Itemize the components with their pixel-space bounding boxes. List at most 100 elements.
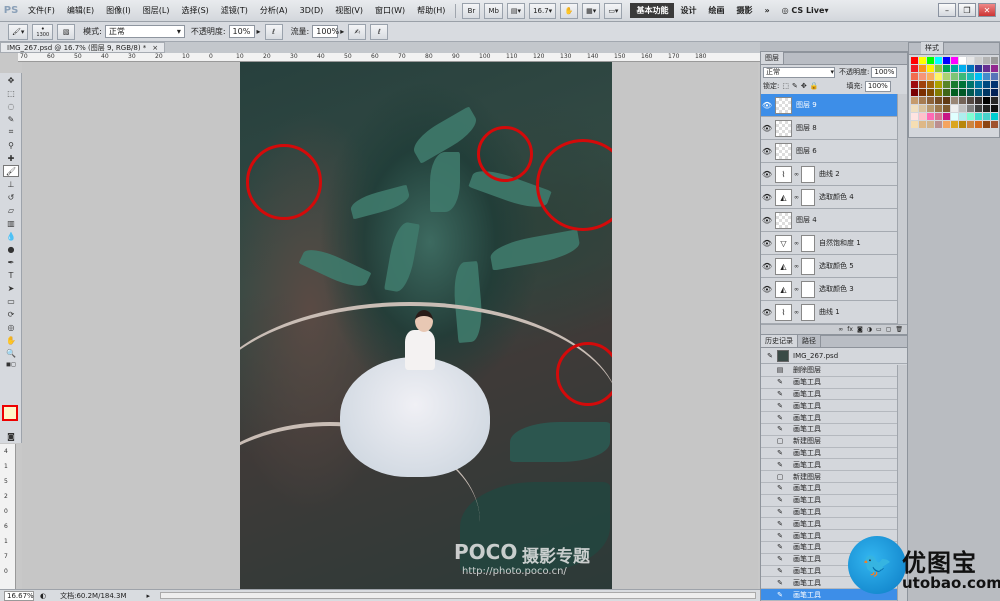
- color-swatch[interactable]: [927, 73, 934, 80]
- layer-row[interactable]: 👁 图层 6: [761, 140, 897, 163]
- quick-mask-icon[interactable]: ◙: [3, 430, 19, 442]
- flow-input[interactable]: 100%: [312, 25, 339, 38]
- workspace-essentials[interactable]: 基本功能: [630, 3, 675, 18]
- color-swatch[interactable]: [927, 81, 934, 88]
- close-button[interactable]: ✕: [978, 3, 996, 17]
- eye-icon[interactable]: 👁: [761, 239, 773, 248]
- color-swatch[interactable]: [935, 113, 942, 120]
- color-swatch[interactable]: [951, 57, 958, 64]
- color-swatch[interactable]: [911, 81, 918, 88]
- color-swatch[interactable]: [983, 81, 990, 88]
- color-swatch[interactable]: [959, 113, 966, 120]
- lock-transparency-icon[interactable]: ⬚: [782, 82, 789, 90]
- menu-view[interactable]: 视图(V): [329, 5, 369, 16]
- crop-tool-icon[interactable]: ⌗: [3, 126, 19, 138]
- color-swatch[interactable]: [951, 65, 958, 72]
- color-swatch[interactable]: [951, 81, 958, 88]
- 3d-orbit-tool-icon[interactable]: ◎: [3, 321, 19, 333]
- color-swatch[interactable]: [959, 81, 966, 88]
- color-swatch[interactable]: [951, 97, 958, 104]
- color-swatch[interactable]: [975, 65, 982, 72]
- eye-icon[interactable]: 👁: [761, 285, 773, 294]
- new-layer-icon[interactable]: ▢: [886, 326, 892, 333]
- color-swatch[interactable]: [991, 73, 998, 80]
- bridge-button[interactable]: Br: [462, 2, 481, 19]
- color-swatch[interactable]: [943, 121, 950, 128]
- history-brush-tool-icon[interactable]: ↺: [3, 191, 19, 203]
- menu-3d[interactable]: 3D(D): [294, 6, 330, 15]
- history-item[interactable]: ✎ 画笔工具: [761, 507, 897, 519]
- workspace-photography[interactable]: 摄影: [730, 5, 758, 16]
- color-swatch[interactable]: [927, 105, 934, 112]
- color-swatch[interactable]: [943, 81, 950, 88]
- color-swatch[interactable]: [991, 57, 998, 64]
- layers-scrollbar[interactable]: [897, 94, 907, 326]
- color-swatch[interactable]: [983, 121, 990, 128]
- color-swatch[interactable]: [991, 65, 998, 72]
- lasso-tool-icon[interactable]: ◌: [3, 100, 19, 112]
- color-swatch[interactable]: [935, 121, 942, 128]
- color-swatch[interactable]: [967, 81, 974, 88]
- color-swatch[interactable]: [935, 105, 942, 112]
- layer-row[interactable]: 👁 图层 8: [761, 117, 897, 140]
- color-swatch[interactable]: [927, 65, 934, 72]
- color-swatch[interactable]: [959, 97, 966, 104]
- lock-pixels-icon[interactable]: ✎: [792, 82, 798, 90]
- photo-canvas[interactable]: POCO 摄影专题 http://photo.poco.cn/: [240, 62, 612, 589]
- menu-analysis[interactable]: 分析(A): [254, 5, 294, 16]
- color-swatch[interactable]: [959, 57, 966, 64]
- color-swatch[interactable]: [911, 73, 918, 80]
- blur-tool-icon[interactable]: 💧: [3, 230, 19, 242]
- color-swatch[interactable]: [935, 73, 942, 80]
- eye-icon[interactable]: 👁: [761, 124, 773, 133]
- delete-layer-icon[interactable]: 🗑: [895, 326, 903, 333]
- color-swatch[interactable]: [927, 97, 934, 104]
- color-swatch[interactable]: [943, 65, 950, 72]
- foreground-color-swatch[interactable]: [2, 405, 18, 421]
- clone-stamp-tool-icon[interactable]: ⊥: [3, 178, 19, 190]
- hand-tool-icon[interactable]: ✋: [3, 334, 19, 346]
- chain-link-icon[interactable]: ∞: [794, 263, 799, 270]
- blend-mode-select[interactable]: 正常 ▾: [763, 66, 835, 78]
- color-swatch[interactable]: [975, 121, 982, 128]
- layer-row[interactable]: 👁 ◭ ∞ 选取颜色 5: [761, 255, 897, 278]
- opacity-input[interactable]: 10%: [228, 25, 255, 38]
- color-swatch[interactable]: [983, 57, 990, 64]
- document-tab[interactable]: IMG_267.psd @ 16.7% (图层 9, RGB/8) * ×: [0, 42, 166, 53]
- eye-icon[interactable]: 👁: [761, 147, 773, 156]
- color-swatch[interactable]: [927, 113, 934, 120]
- color-swatch[interactable]: [919, 121, 926, 128]
- color-swatch[interactable]: [991, 105, 998, 112]
- tab-history[interactable]: 历史记录: [761, 335, 798, 347]
- view-extras-button[interactable]: ▤▾: [506, 2, 526, 19]
- color-swatch[interactable]: [991, 81, 998, 88]
- eye-icon[interactable]: 👁: [761, 216, 773, 225]
- color-swatch[interactable]: [911, 65, 918, 72]
- color-swatch[interactable]: [983, 65, 990, 72]
- history-item[interactable]: ✎ 画笔工具: [761, 377, 897, 389]
- color-swatch[interactable]: [943, 89, 950, 96]
- history-item[interactable]: ✎ 画笔工具: [761, 389, 897, 401]
- color-swatch[interactable]: [919, 65, 926, 72]
- chain-link-icon[interactable]: ∞: [794, 286, 799, 293]
- menu-window[interactable]: 窗口(W): [369, 5, 411, 16]
- color-swatch[interactable]: [935, 89, 942, 96]
- opacity-dropdown-icon[interactable]: ▸: [257, 27, 261, 36]
- history-item[interactable]: ▤ 删除图层: [761, 365, 897, 377]
- panel-collapse-strip[interactable]: [760, 42, 908, 52]
- color-swatch[interactable]: [959, 89, 966, 96]
- default-colors-icon[interactable]: ◼◻: [3, 360, 19, 368]
- color-swatch[interactable]: [983, 97, 990, 104]
- color-swatch[interactable]: [919, 97, 926, 104]
- layer-row[interactable]: 👁 ▽ ∞ 自然饱和度 1: [761, 232, 897, 255]
- airbrush-icon[interactable]: ✍: [348, 23, 367, 40]
- tool-preset-picker[interactable]: 🖌▾: [8, 23, 29, 40]
- mini-bridge-button[interactable]: Mb: [484, 2, 503, 19]
- layer-style-icon[interactable]: fx: [847, 326, 853, 333]
- color-swatch[interactable]: [959, 73, 966, 80]
- eye-icon[interactable]: 👁: [761, 101, 773, 110]
- color-swatch[interactable]: [911, 105, 918, 112]
- color-swatch[interactable]: [935, 65, 942, 72]
- 3d-rotate-tool-icon[interactable]: ⟳: [3, 308, 19, 320]
- workspace-painting[interactable]: 绘画: [702, 5, 730, 16]
